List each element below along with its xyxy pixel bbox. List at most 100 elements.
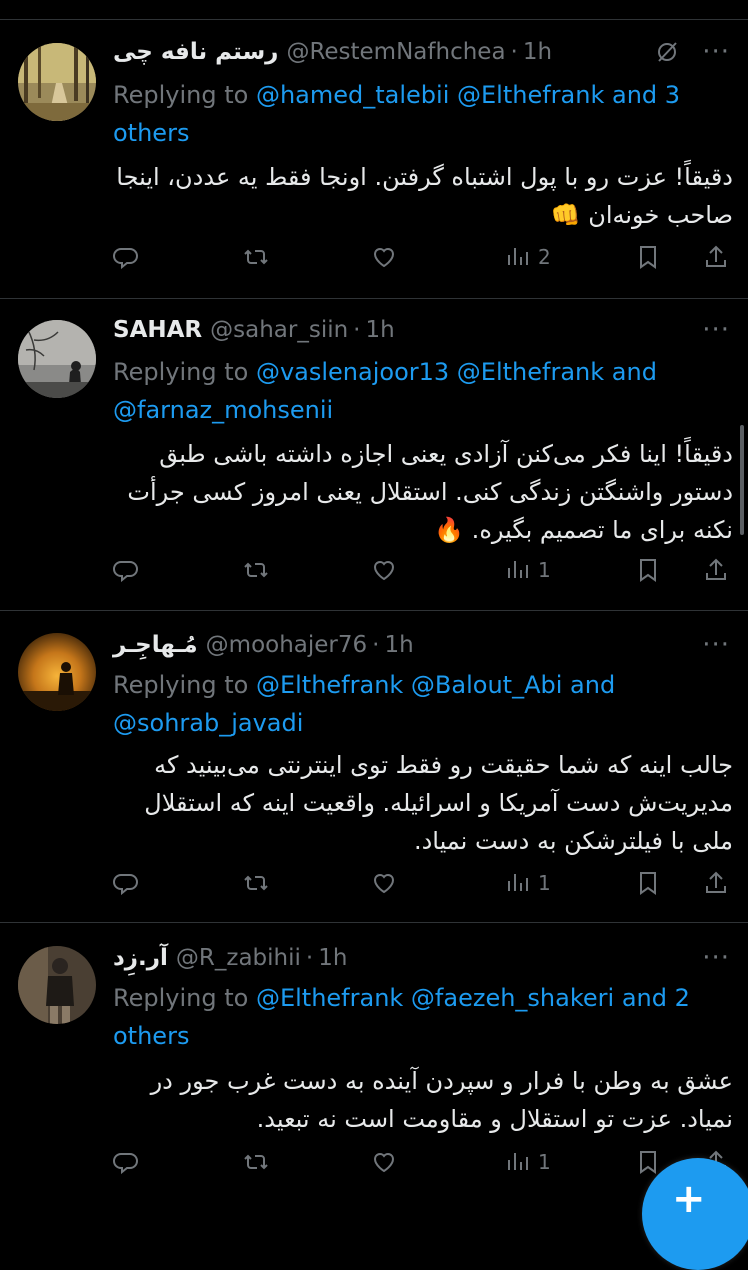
like-icon (373, 874, 395, 894)
divider (0, 922, 748, 923)
retweet-button[interactable] (242, 869, 270, 897)
mention-links[interactable]: @Elthefrank @Balout_Abi (256, 671, 562, 699)
share-button[interactable] (702, 869, 730, 897)
more-options-icon[interactable]: ··· (702, 39, 730, 65)
handle[interactable]: @RestemNafhchea (286, 32, 505, 72)
bookmark-icon (640, 246, 656, 269)
views-count: 1 (538, 558, 551, 582)
replying-to-label: Replying to (113, 984, 249, 1012)
timestamp[interactable]: 1h (318, 938, 347, 978)
display-name[interactable]: رستم نافه چی (113, 32, 278, 72)
more-options-icon[interactable]: ··· (702, 945, 730, 971)
share-button[interactable] (702, 243, 730, 271)
mention-links[interactable]: @vaslenajoor13 @Elthefrank (256, 358, 604, 386)
retweet-icon (244, 249, 268, 265)
reply-button[interactable] (112, 556, 140, 584)
reply-button[interactable] (112, 243, 140, 271)
and-label[interactable]: and (612, 358, 657, 386)
bookmark-button[interactable] (634, 243, 662, 271)
scrollbar[interactable] (740, 425, 744, 535)
action-bar: 1 (112, 1148, 728, 1184)
bookmark-button[interactable] (634, 1148, 662, 1176)
like-button[interactable] (370, 1148, 398, 1176)
mention-link-2[interactable]: @sohrab_javadi (113, 709, 303, 737)
tweet-text: جالب اینه که شما حقیقت رو فقط توی اینترن… (144, 751, 733, 855)
avatar-image (18, 320, 96, 398)
retweet-icon (244, 562, 268, 578)
replying-to-label: Replying to (113, 81, 249, 109)
header-actions: ··· (702, 625, 730, 665)
compose-plus-icon: + (672, 1176, 706, 1222)
retweet-button[interactable] (242, 1148, 270, 1176)
avatar[interactable] (18, 946, 96, 1024)
separator-dot: · (353, 317, 361, 343)
bookmark-button[interactable] (634, 556, 662, 584)
bookmark-icon (640, 872, 656, 895)
avatar-image (18, 946, 96, 1024)
header-actions: ··· (654, 32, 730, 72)
more-options-icon[interactable]: ··· (702, 632, 730, 658)
handle[interactable]: @R_zabihii (176, 938, 301, 978)
compose-button[interactable]: + (642, 1158, 748, 1270)
avatar[interactable] (18, 633, 96, 711)
separator-dot: · (510, 39, 518, 65)
share-button[interactable] (702, 556, 730, 584)
views-button[interactable]: 1 (504, 1148, 551, 1176)
views-count: 1 (538, 1150, 551, 1174)
retweet-button[interactable] (242, 556, 270, 584)
header-actions: ··· (702, 938, 730, 978)
like-icon (373, 561, 395, 581)
tweet-text: عشق به وطن با فرار و سپردن آینده به دست … (150, 1067, 733, 1133)
more-options-icon[interactable]: ··· (702, 317, 730, 343)
views-icon (508, 248, 528, 265)
display-name[interactable]: آر.زِد (113, 938, 168, 978)
replying-to-label: Replying to (113, 358, 249, 386)
display-name[interactable]: مُـهاجِـر (113, 625, 198, 665)
action-bar: 1 (112, 556, 728, 592)
divider (0, 610, 748, 611)
bookmark-icon (640, 1151, 656, 1174)
views-button[interactable]: 2 (504, 243, 551, 271)
avatar-image (18, 633, 96, 711)
tweet-header: رستم نافه چی @RestemNafhchea · 1h (113, 32, 552, 72)
replying-to-label: Replying to (113, 671, 249, 699)
handle[interactable]: @moohajer76 (206, 625, 367, 665)
timestamp[interactable]: 1h (523, 32, 552, 72)
like-button[interactable] (370, 243, 398, 271)
grok-icon[interactable] (654, 39, 680, 65)
divider (0, 298, 748, 299)
avatar[interactable] (18, 43, 96, 121)
replying-to: Replying to @Elthefrank @Balout_Abi and … (113, 666, 713, 742)
like-button[interactable] (370, 869, 398, 897)
tweet-text: دقیقاً! عزت رو با پول اشتباه گرفتن. اونج… (116, 163, 733, 229)
timestamp[interactable]: 1h (365, 310, 394, 350)
display-name[interactable]: SAHAR (113, 310, 202, 350)
reply-button[interactable] (112, 869, 140, 897)
like-icon (373, 248, 395, 268)
share-icon (706, 871, 726, 893)
avatar[interactable] (18, 320, 96, 398)
replying-to: Replying to @hamed_talebii @Elthefrank a… (113, 76, 713, 152)
views-count: 1 (538, 871, 551, 895)
and-label[interactable]: and (570, 671, 615, 699)
reply-icon (113, 1153, 138, 1175)
reply-icon (113, 874, 138, 896)
bookmark-button[interactable] (634, 869, 662, 897)
separator-dot: · (305, 945, 314, 971)
timestamp[interactable]: 1h (384, 625, 413, 665)
views-button[interactable]: 1 (504, 869, 551, 897)
mention-links[interactable]: @hamed_talebii @Elthefrank (256, 81, 604, 109)
handle[interactable]: @sahar_siin (210, 310, 348, 350)
views-icon (508, 1153, 528, 1170)
reply-button[interactable] (112, 1148, 140, 1176)
retweet-button[interactable] (242, 243, 270, 271)
views-button[interactable]: 1 (504, 556, 551, 584)
action-bar: 2 (112, 243, 728, 279)
mention-links[interactable]: @Elthefrank @faezeh_shakeri (256, 984, 614, 1012)
reply-icon (113, 561, 138, 583)
tweet-text: دقیقاً! اینا فکر می‌کنن آزادی یعنی اجازه… (127, 440, 733, 544)
views-icon (508, 561, 528, 578)
like-button[interactable] (370, 556, 398, 584)
mention-link-2[interactable]: @farnaz_mohsenii (113, 396, 333, 424)
bookmark-icon (640, 559, 656, 582)
